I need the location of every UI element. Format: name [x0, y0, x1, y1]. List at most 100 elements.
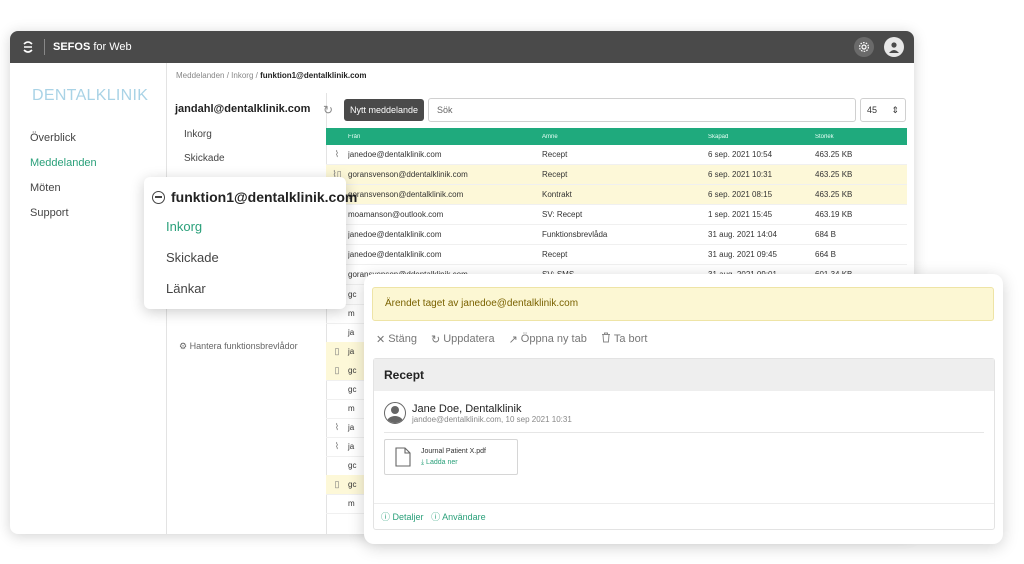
popover-item-inbox[interactable]: Inkorg [144, 211, 346, 242]
sender-info: Jane Doe, Dentalklinik jandoe@dentalklin… [384, 402, 572, 424]
cell-from: gc [348, 385, 357, 394]
download-link[interactable]: ⤓ Ladda ner [421, 459, 486, 467]
cell-size: 684 B [815, 230, 836, 239]
attachment[interactable]: Journal Patient X.pdf ⤓ Ladda ner [384, 439, 518, 475]
open-new-tab-button[interactable]: ↗ Öppna ny tab [509, 332, 587, 346]
account-name[interactable]: jandahl@dentalklinik.com [167, 93, 326, 115]
cell-subject: Recept [542, 250, 568, 259]
info-icon: ⓘ [381, 512, 391, 522]
cell-from: m [348, 499, 355, 508]
cell-size: 664 B [815, 250, 836, 259]
info-icon: ⓘ [431, 512, 441, 522]
brand-name: DENTALKLINIK [32, 87, 149, 104]
mailbox-item-inbox[interactable]: Inkorg [167, 123, 326, 147]
cell-size: 463.25 KB [815, 190, 853, 199]
cell-size: 463.25 KB [815, 170, 853, 179]
cell-from: gc [348, 480, 357, 489]
cell-from: ja [348, 423, 355, 432]
user-avatar-icon[interactable] [884, 37, 904, 57]
breadcrumb-inbox[interactable]: Inkorg [231, 71, 253, 80]
cell-from: gc [348, 461, 357, 470]
table-row[interactable]: ⌇ janedoe@dentalklinik.com Recept 6 sep. 20… [326, 145, 907, 165]
breadcrumb-current: funktion1@dentalklinik.com [260, 71, 367, 80]
mailbox-popover: funktion1@dentalklinik.com Inkorg Skicka… [144, 177, 357, 309]
sidebar-item-support[interactable]: Support [10, 202, 166, 227]
divider [44, 39, 45, 55]
column-header-from[interactable]: Från [348, 134, 542, 140]
cell-subject: Recept [542, 150, 568, 159]
table-row[interactable]: m [326, 399, 366, 419]
cell-size: 463.25 KB [815, 150, 853, 159]
table-row[interactable]: ⌇ ja [326, 437, 366, 457]
delete-button[interactable]: Ta bort [601, 332, 647, 346]
table-row[interactable]: ▯ ja [326, 342, 366, 362]
table-row[interactable]: janedoe@dentalklinik.com Funktionsbrevlåd… [326, 225, 907, 245]
gear-icon: ⚙ [179, 341, 188, 351]
mailbox-item-sent[interactable]: Skickade [167, 147, 326, 171]
sidebar-item-meetings[interactable]: Möten [10, 177, 166, 202]
cell-from: m [348, 404, 355, 413]
gear-icon[interactable] [854, 37, 874, 57]
trash-icon [601, 332, 611, 346]
document-icon: ▯ [334, 346, 340, 356]
cell-from: janedoe@dentalklinik.com [348, 230, 442, 239]
cell-created: 6 sep. 2021 10:31 [708, 170, 773, 179]
manage-mailboxes-link[interactable]: ⚙ Hantera funktionsbrevlådor [179, 341, 298, 352]
table-row[interactable]: ja [326, 323, 366, 343]
column-header-subject[interactable]: Ämne [542, 134, 708, 140]
cell-created: 31 aug. 2021 14:04 [708, 230, 777, 239]
table-row[interactable]: m [326, 494, 366, 514]
cell-from: moamanson@outlook.com [348, 210, 444, 219]
top-bar: SEFOS for Web [10, 31, 914, 63]
close-button[interactable]: ✕ Stäng [376, 332, 417, 346]
cell-from: janedoe@dentalklinik.com [348, 150, 442, 159]
paperclip-icon: ⌇ [334, 422, 340, 432]
table-row[interactable]: moamanson@outlook.com SV: Recept 1 sep. 20… [326, 205, 907, 225]
refresh-icon[interactable]: ↻ [320, 102, 336, 118]
message-table: Från Ämne Skapad Storlek ⌇ janedoe@dental… [326, 128, 907, 285]
paperclip-icon: ⌇ [334, 441, 340, 451]
popover-item-sent[interactable]: Skickade [144, 242, 346, 273]
column-header-created[interactable]: Skapad [708, 134, 815, 140]
page-size-select[interactable]: 45 ⇕ [860, 98, 906, 122]
table-row[interactable]: ▯goransvenson@dentalklinik.comKontrakt6 … [326, 185, 907, 205]
cell-from: goransvenson@ddentalklinik.com [348, 170, 468, 179]
message-toolbar: ↻ Nytt meddelande Sök 45 ⇕ [320, 97, 906, 123]
table-row[interactable]: ⌇▯ goransvenson@ddentalklinik.com Recept 6 … [326, 165, 907, 185]
cell-from: ja [348, 347, 355, 356]
cell-from: ja [348, 442, 355, 451]
close-icon: ✕ [376, 333, 386, 346]
detail-actions: ✕ Stäng ↻ Uppdatera ↗ Öppna ny tab Ta bort [376, 332, 647, 346]
table-row[interactable]: gc [326, 380, 366, 400]
refresh-button[interactable]: ↻ Uppdatera [431, 332, 495, 346]
table-row[interactable]: ⌇ ja [326, 418, 366, 438]
table-row[interactable]: janedoe@dentalklinik.com Recept 31 aug. 20… [326, 245, 907, 265]
chevron-updown-icon: ⇕ [891, 104, 899, 115]
refresh-icon: ↻ [430, 333, 441, 346]
external-link-icon: ↗ [508, 333, 518, 346]
sidebar-item-messages[interactable]: Meddelanden [10, 152, 166, 177]
popover-title[interactable]: funktion1@dentalklinik.com [144, 189, 357, 205]
avatar-icon [384, 402, 406, 424]
mailbox-panel: jandahl@dentalklinik.com Inkorg Skickade… [167, 93, 327, 534]
users-link[interactable]: ⓘ Användare [431, 512, 486, 522]
new-message-button[interactable]: Nytt meddelande [344, 99, 425, 121]
cell-from: m [348, 309, 355, 318]
breadcrumb-messages[interactable]: Meddelanden [176, 71, 224, 80]
document-icon: ▯ [334, 479, 340, 489]
table-row[interactable]: ▯ gc [326, 475, 366, 495]
popover-item-links[interactable]: Länkar [144, 273, 346, 304]
sidebar-item-overview[interactable]: Överblick [10, 127, 166, 152]
details-link[interactable]: ⓘ Detaljer [381, 512, 424, 522]
attachment-name: Journal Patient X.pdf [421, 447, 486, 455]
cell-created: 31 aug. 2021 09:45 [708, 250, 777, 259]
column-header-size[interactable]: Storlek [815, 134, 895, 140]
divider [384, 432, 984, 433]
table-row[interactable]: gc [326, 456, 366, 476]
message-subject: Recept [374, 359, 994, 391]
table-row[interactable]: ▯ gc [326, 361, 366, 381]
table-header: Från Ämne Skapad Storlek [326, 128, 907, 145]
search-input[interactable]: Sök [428, 98, 856, 122]
cell-from: gc [348, 290, 357, 299]
document-icon: ▯ [334, 365, 340, 375]
